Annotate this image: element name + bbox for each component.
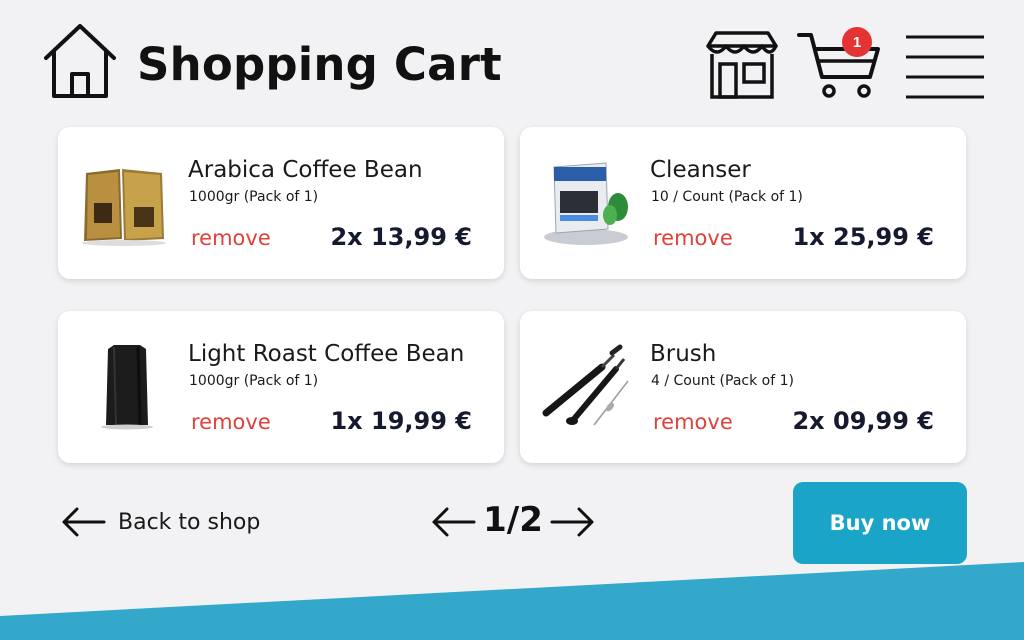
item-price: 2x 13,99 € bbox=[330, 223, 472, 251]
home-icon[interactable] bbox=[40, 22, 120, 100]
remove-button[interactable]: remove bbox=[191, 226, 271, 250]
page-title: Shopping Cart bbox=[137, 38, 502, 91]
storefront-icon[interactable] bbox=[704, 30, 780, 100]
arrow-left-icon bbox=[62, 507, 106, 537]
coffee-bag-thumbnail bbox=[101, 345, 153, 430]
buy-now-button[interactable]: Buy now bbox=[793, 482, 967, 564]
item-price: 2x 09,99 € bbox=[792, 407, 934, 435]
cart-item-card: Arabica Coffee Bean 1000gr (Pack of 1) r… bbox=[58, 127, 504, 279]
cart-item-card: Brush 4 / Count (Pack of 1) remove 2x 09… bbox=[520, 311, 966, 463]
item-name: Cleanser bbox=[650, 157, 751, 183]
item-name: Arabica Coffee Bean bbox=[188, 157, 423, 183]
remove-button[interactable]: remove bbox=[191, 410, 271, 434]
item-detail: 1000gr (Pack of 1) bbox=[189, 189, 319, 205]
item-detail: 4 / Count (Pack of 1) bbox=[651, 373, 794, 389]
menu-icon[interactable] bbox=[904, 34, 986, 100]
next-page-arrow-icon[interactable] bbox=[550, 507, 596, 537]
back-to-shop-link[interactable]: Back to shop bbox=[60, 500, 260, 544]
item-name: Brush bbox=[650, 341, 717, 367]
item-price: 1x 25,99 € bbox=[792, 223, 934, 251]
item-price: 1x 19,99 € bbox=[330, 407, 472, 435]
cleanser-thumbnail bbox=[544, 162, 628, 245]
brush-thumbnail bbox=[542, 344, 629, 426]
header: Shopping Cart 1 bbox=[0, 0, 1024, 120]
remove-button[interactable]: remove bbox=[653, 226, 733, 250]
page-indicator: 1/2 bbox=[483, 500, 543, 540]
cart-count-badge: 1 bbox=[842, 27, 872, 57]
previous-page-arrow-icon[interactable] bbox=[430, 507, 476, 537]
coffee-bag-thumbnail bbox=[82, 169, 166, 246]
item-detail: 1000gr (Pack of 1) bbox=[189, 373, 319, 389]
remove-button[interactable]: remove bbox=[653, 410, 733, 434]
cart-item-card: Light Roast Coffee Bean 1000gr (Pack of … bbox=[58, 311, 504, 463]
item-detail: 10 / Count (Pack of 1) bbox=[651, 189, 803, 205]
item-name: Light Roast Coffee Bean bbox=[188, 341, 465, 367]
pagination: 1/2 bbox=[430, 498, 596, 546]
cart-item-card: Cleanser 10 / Count (Pack of 1) remove 1… bbox=[520, 127, 966, 279]
back-to-shop-label: Back to shop bbox=[118, 509, 261, 535]
